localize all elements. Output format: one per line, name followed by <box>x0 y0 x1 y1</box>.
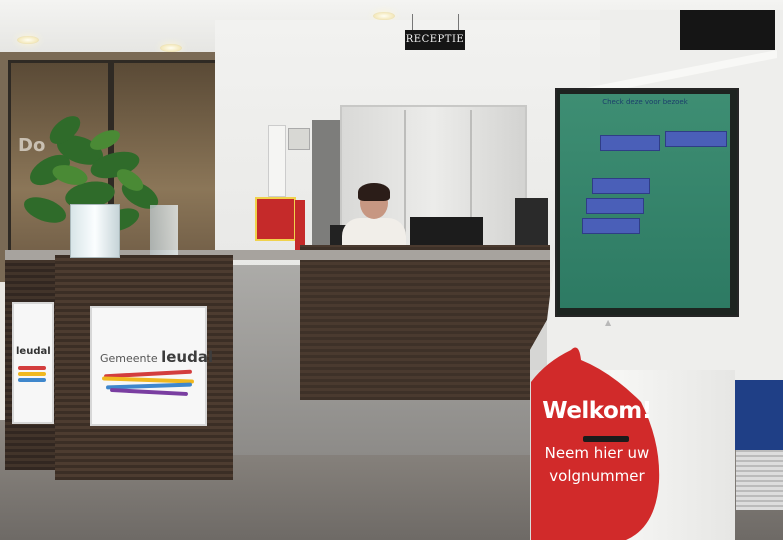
brochure-stand <box>150 205 178 255</box>
kiosk-arrow-icon: ▲ <box>605 318 612 327</box>
ticket-slot[interactable] <box>583 436 629 442</box>
logo-prefix: Gemeente <box>100 352 158 365</box>
counter-wood-panel <box>300 245 550 400</box>
wall-tv <box>680 10 775 50</box>
logo-text: Gemeente leudal <box>100 348 213 366</box>
side-logo-panel: leudal <box>12 302 54 424</box>
logo-wave <box>18 378 46 382</box>
logo-name: leudal <box>161 348 214 366</box>
welcome-line-2: volgnummer <box>549 467 645 485</box>
fire-hose-box <box>255 197 296 241</box>
kiosk-screen-button[interactable] <box>582 218 640 234</box>
logo-wave <box>18 372 46 376</box>
kiosk-screen-button[interactable] <box>600 135 660 151</box>
wall-switch <box>288 128 310 150</box>
kiosk-screen-title: Check deze voor bezoek <box>602 98 688 106</box>
welcome-line-1: Neem hier uw <box>544 444 650 462</box>
municipality-logo-panel: Gemeente leudal <box>90 306 213 426</box>
reception-sign: RECEPTIE <box>405 30 465 50</box>
logo-wave <box>109 387 189 397</box>
ceiling-light <box>373 12 395 20</box>
side-logo-text: leudal <box>16 346 51 357</box>
kiosk-screen-button[interactable] <box>665 131 727 147</box>
ceiling-light <box>160 44 182 52</box>
kiosk-screen-button[interactable] <box>592 178 650 194</box>
kiosk-screen-button[interactable] <box>586 198 644 214</box>
ceiling-light <box>17 36 39 44</box>
welcome-title: Welkom! <box>542 398 652 424</box>
photo-scene: Do RECEPTIE leudal Gemeente leudal Check… <box>0 0 783 540</box>
glass-vase <box>70 204 120 258</box>
welcome-sticker-text: Welkom! Neem hier uw volgnummer <box>533 398 661 488</box>
wall-notice <box>268 125 286 197</box>
logo-wave <box>18 366 46 370</box>
receptionist-hair <box>358 183 390 201</box>
